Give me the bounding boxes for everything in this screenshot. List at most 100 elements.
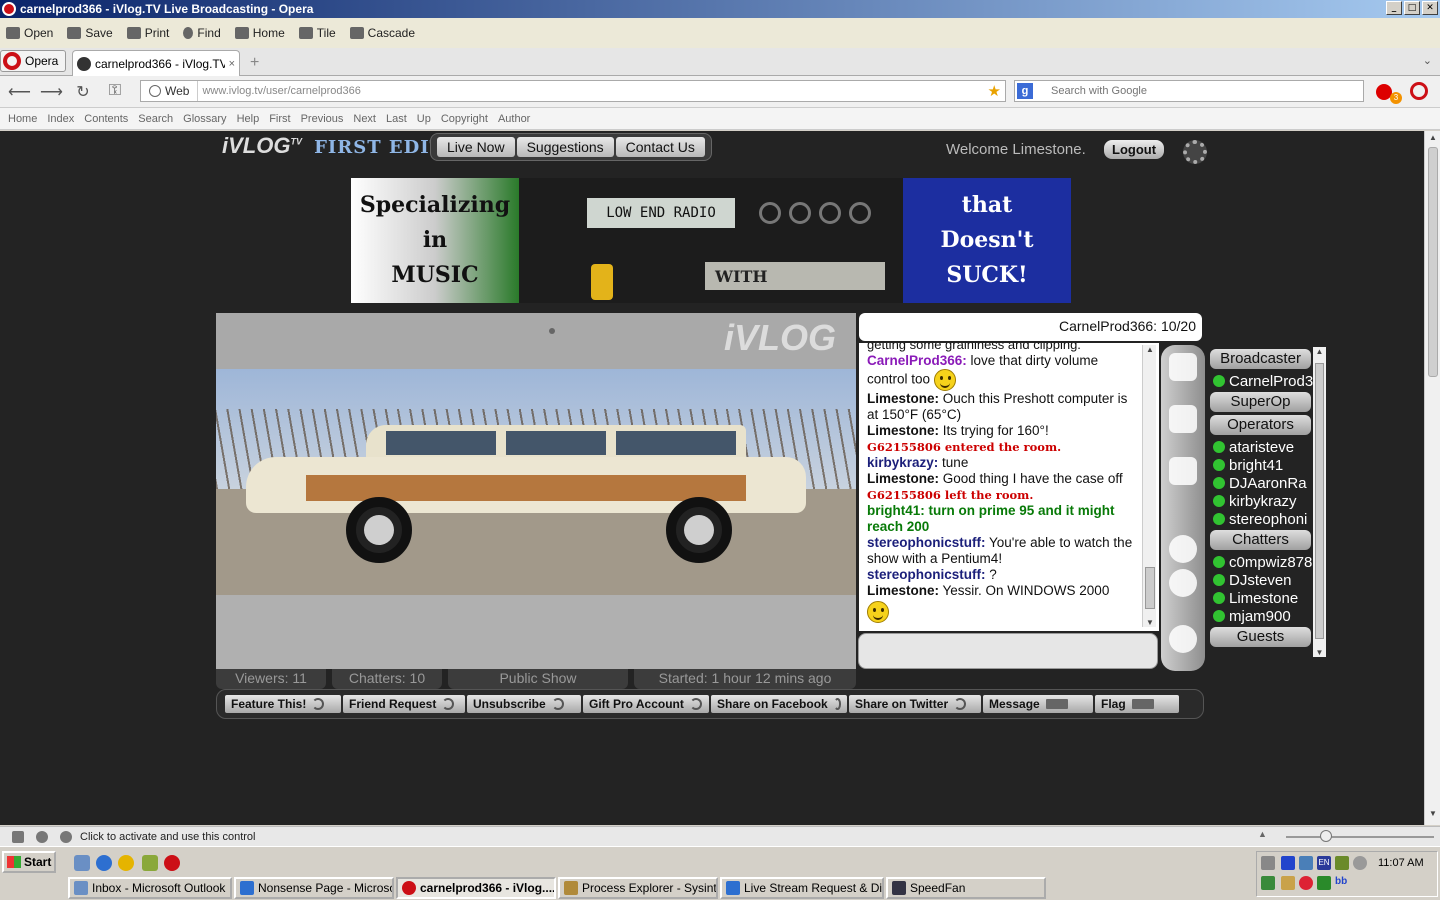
- user-list-item[interactable]: bright41: [1209, 456, 1313, 474]
- user-group-guests[interactable]: Guests: [1210, 627, 1311, 647]
- logout-button[interactable]: Logout: [1104, 140, 1165, 159]
- google-icon[interactable]: g: [1017, 83, 1033, 99]
- user-list-item[interactable]: c0mpwiz878: [1209, 553, 1313, 571]
- nav-link-author[interactable]: Author: [498, 113, 530, 125]
- forward-arrow-icon[interactable]: ⟶: [40, 82, 63, 102]
- ad-banner[interactable]: Specializing in MUSIC LOW END RADIO WITH…: [351, 178, 1071, 303]
- nav-link-home[interactable]: Home: [8, 113, 37, 125]
- start-button[interactable]: Start: [2, 851, 56, 873]
- cascade-button[interactable]: Cascade: [349, 26, 415, 40]
- message-button[interactable]: Message: [983, 695, 1093, 713]
- chat-scroll-thumb[interactable]: [1145, 567, 1155, 609]
- temp-tray-icon[interactable]: [1281, 876, 1295, 890]
- zoom-toggle-icon[interactable]: ▲: [1258, 829, 1267, 839]
- grid-tray-icon[interactable]: [1261, 876, 1275, 890]
- tab-close-icon[interactable]: ×: [229, 58, 235, 70]
- gear-icon[interactable]: [1169, 535, 1197, 563]
- nav-link-last[interactable]: Last: [386, 113, 407, 125]
- flag-button[interactable]: Flag: [1095, 695, 1179, 713]
- url-text[interactable]: www.ivlog.tv/user/carnelprod366: [198, 85, 987, 97]
- app-tray-icon[interactable]: [1335, 856, 1349, 870]
- nav-suggestions[interactable]: Suggestions: [516, 137, 614, 157]
- task-outlook[interactable]: Inbox - Microsoft Outlook: [68, 877, 232, 899]
- save-button[interactable]: Save: [67, 26, 113, 40]
- user-list-item[interactable]: CarnelProd3: [1209, 372, 1313, 390]
- user-list-item[interactable]: stereophoni: [1209, 510, 1313, 528]
- chat-username[interactable]: CarnelProd366:: [867, 353, 967, 368]
- task-opera[interactable]: carnelprod366 - iVlog....: [396, 877, 556, 899]
- scroll-down-icon[interactable]: ▼: [1143, 618, 1157, 627]
- user-list-item[interactable]: Limestone: [1209, 589, 1313, 607]
- close-button[interactable]: ✕: [1422, 1, 1438, 15]
- bb-tray-text[interactable]: bb: [1335, 876, 1349, 890]
- ie-icon[interactable]: [96, 855, 112, 871]
- app-icon[interactable]: [142, 855, 158, 871]
- scroll-up-icon[interactable]: ▲: [1313, 347, 1326, 356]
- nav-link-first[interactable]: First: [269, 113, 290, 125]
- nav-link-next[interactable]: Next: [353, 113, 376, 125]
- opera-menu-button[interactable]: Opera: [0, 50, 66, 72]
- play-icon[interactable]: [1281, 856, 1295, 870]
- feature-this-button[interactable]: Feature This!: [225, 695, 341, 713]
- tile-button[interactable]: Tile: [298, 26, 336, 40]
- network-icon[interactable]: [1299, 856, 1313, 870]
- open-button[interactable]: Open: [6, 26, 53, 40]
- panel-toggle-icon[interactable]: [12, 830, 24, 843]
- search-input[interactable]: [1035, 85, 1335, 97]
- chat-username[interactable]: kirbykrazy:: [867, 455, 938, 470]
- scroll-up-icon[interactable]: ▲: [1425, 133, 1440, 147]
- user-group-superop[interactable]: SuperOp: [1210, 392, 1311, 412]
- site-info-button[interactable]: Web: [141, 81, 199, 101]
- find-button[interactable]: Find: [183, 26, 221, 40]
- profile-icon[interactable]: [1169, 353, 1197, 381]
- chat-username[interactable]: Limestone:: [867, 583, 939, 598]
- page-scrollbar[interactable]: ▲ ▼: [1424, 131, 1440, 825]
- scroll-up-icon[interactable]: ▲: [1143, 345, 1157, 354]
- volume-icon[interactable]: [1261, 856, 1275, 870]
- monitor-tray-icon[interactable]: [1317, 876, 1331, 890]
- tab-list-button[interactable]: ⌄: [1423, 54, 1432, 67]
- reload-icon[interactable]: ↻: [72, 82, 94, 102]
- chat-username[interactable]: bright41:: [867, 503, 925, 518]
- settings-tray-icon[interactable]: [1353, 856, 1367, 870]
- chat-input[interactable]: [858, 633, 1158, 669]
- task-process-explorer[interactable]: Process Explorer - Sysint...: [558, 877, 718, 899]
- page-scroll-thumb[interactable]: [1428, 147, 1438, 377]
- share-facebook-button[interactable]: Share on Facebook: [711, 695, 847, 713]
- speech-bubble-icon[interactable]: [1169, 625, 1197, 653]
- nav-link-previous[interactable]: Previous: [301, 113, 344, 125]
- cloud-icon[interactable]: [36, 830, 48, 843]
- user-group-broadcaster[interactable]: Broadcaster: [1210, 349, 1311, 369]
- home-button[interactable]: Home: [234, 26, 285, 40]
- speed-dial-icon[interactable]: [60, 830, 72, 843]
- url-field[interactable]: Web www.ivlog.tv/user/carnelprod366 ★: [140, 80, 1006, 102]
- settings-gear-icon[interactable]: [1183, 140, 1207, 164]
- zoom-slider[interactable]: [1286, 836, 1434, 838]
- chat-username[interactable]: Limestone:: [867, 423, 939, 438]
- scroll-down-icon[interactable]: ▼: [1313, 648, 1326, 657]
- nav-link-glossary[interactable]: Glossary: [183, 113, 226, 125]
- user-group-operators[interactable]: Operators: [1210, 415, 1311, 435]
- opera-icon[interactable]: [164, 855, 180, 871]
- user-scroll-thumb[interactable]: [1315, 363, 1324, 639]
- chat-username[interactable]: Limestone:: [867, 391, 939, 406]
- nav-link-contents[interactable]: Contents: [84, 113, 128, 125]
- share-twitter-button[interactable]: Share on Twitter: [849, 695, 981, 713]
- scroll-down-icon[interactable]: ▼: [1425, 809, 1440, 823]
- nav-link-copyright[interactable]: Copyright: [441, 113, 488, 125]
- search-box[interactable]: g: [1014, 80, 1364, 102]
- chat-log[interactable]: getting some graininess and clipping. Ca…: [859, 343, 1159, 631]
- maximize-button[interactable]: □: [1404, 1, 1420, 15]
- nav-link-index[interactable]: Index: [47, 113, 74, 125]
- task-nonsense[interactable]: Nonsense Page - Microsof...: [234, 877, 394, 899]
- user-list-item[interactable]: mjam900: [1209, 607, 1313, 625]
- nav-live-now[interactable]: Live Now: [437, 137, 515, 157]
- chat-username[interactable]: stereophonicstuff:: [867, 567, 986, 582]
- user-list-item[interactable]: ataristeve: [1209, 438, 1313, 456]
- notes-icon[interactable]: [1169, 457, 1197, 485]
- key-icon[interactable]: ⚿: [104, 82, 126, 102]
- unsubscribe-button[interactable]: Unsubscribe: [467, 695, 581, 713]
- nav-link-help[interactable]: Help: [237, 113, 260, 125]
- user-list-item[interactable]: kirbykrazy: [1209, 492, 1313, 510]
- nav-link-up[interactable]: Up: [417, 113, 431, 125]
